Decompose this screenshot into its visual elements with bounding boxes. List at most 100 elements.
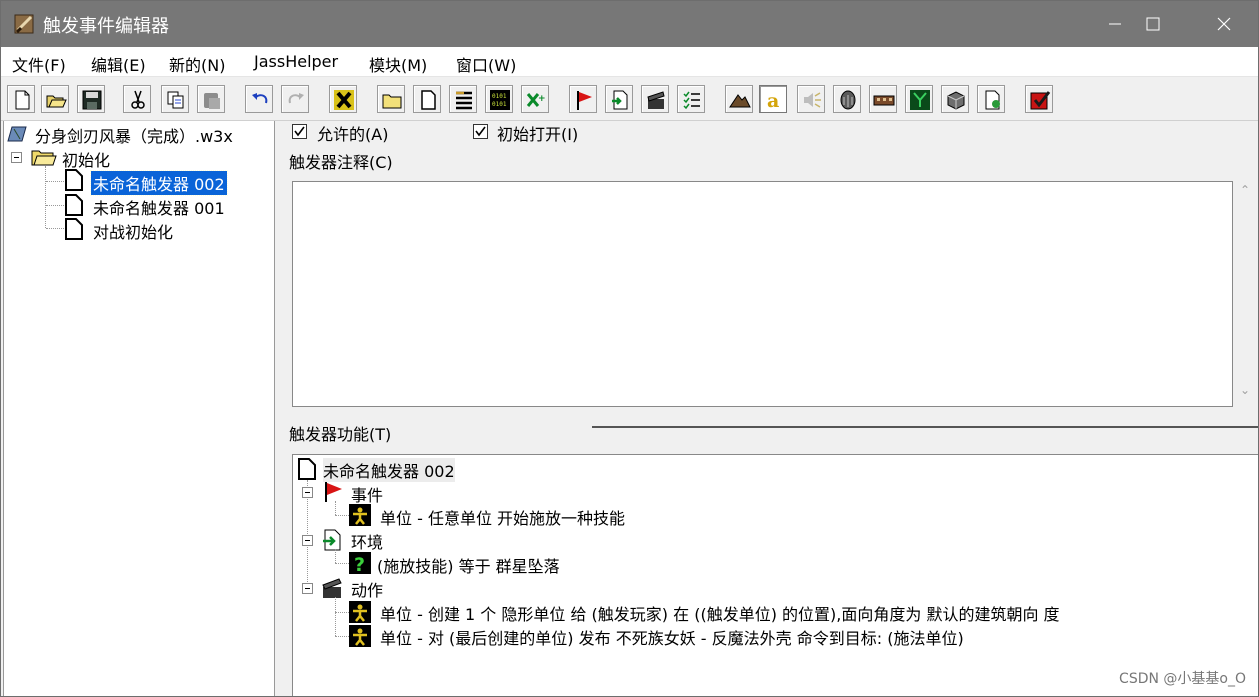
scroll-up-icon[interactable]: ⌃ bbox=[1240, 183, 1250, 197]
events-collapse-toggle[interactable] bbox=[302, 487, 313, 498]
script-icon: 01010101 bbox=[490, 90, 510, 110]
tree-collapse-toggle[interactable] bbox=[11, 152, 22, 163]
trigger-details-panel: 允许的(A) 初始打开(I) 触发器注释(C) ⌃ ⌄ 触发器功能(T) 未命名… bbox=[277, 121, 1258, 696]
trigger-editor-button[interactable]: a bbox=[759, 85, 787, 113]
scroll-down-icon[interactable]: ⌄ bbox=[1240, 383, 1250, 397]
menu-jasshelper[interactable]: JassHelper bbox=[254, 52, 338, 71]
redo-button[interactable] bbox=[281, 85, 309, 113]
svg-text:0101: 0101 bbox=[492, 101, 507, 108]
tree-item-melee-init[interactable]: 对战初始化 bbox=[93, 219, 173, 243]
validate-button[interactable] bbox=[1025, 85, 1053, 113]
sound-editor-button[interactable] bbox=[797, 85, 825, 113]
menu-module[interactable]: 模块(M) bbox=[369, 52, 427, 76]
svg-text:0101: 0101 bbox=[492, 93, 507, 100]
new-button[interactable] bbox=[7, 85, 35, 113]
script-button[interactable]: 0101 0101 bbox=[485, 85, 513, 113]
menu-new[interactable]: 新的(N) bbox=[169, 52, 225, 76]
initially-on-checkbox[interactable] bbox=[473, 124, 488, 139]
trigger-functions-tree[interactable]: 未命名触发器 002 事件 单位 - 任意单位 开始施放一种技能 环境 ? (施… bbox=[292, 454, 1258, 696]
x-tool-button[interactable] bbox=[329, 85, 357, 113]
copy-button[interactable] bbox=[161, 85, 189, 113]
enabled-checkbox[interactable] bbox=[292, 124, 307, 139]
clapper-icon bbox=[322, 578, 342, 598]
object-icon bbox=[873, 95, 895, 106]
campaign-editor-button[interactable] bbox=[869, 85, 897, 113]
action-item-issue-order[interactable]: 单位 - 对 (最后创建的单位) 发布 不死族女妖 - 反魔法外壳 命令到目标:… bbox=[380, 625, 964, 649]
redo-icon bbox=[288, 93, 304, 104]
new-condition-button[interactable] bbox=[605, 85, 633, 113]
test-map-button[interactable] bbox=[977, 85, 1005, 113]
splitter[interactable] bbox=[287, 409, 1258, 425]
flag-icon bbox=[325, 482, 342, 502]
unit-icon bbox=[349, 601, 371, 623]
conditions-label[interactable]: 环境 bbox=[351, 529, 383, 553]
actions-label[interactable]: 动作 bbox=[351, 577, 383, 601]
close-button[interactable] bbox=[1195, 1, 1253, 47]
copy-icon bbox=[167, 91, 184, 109]
condition-item[interactable]: (施放技能) 等于 群星坠落 bbox=[377, 553, 560, 577]
undo-icon bbox=[252, 93, 268, 104]
new-action-button[interactable] bbox=[641, 85, 669, 113]
new-trigger-button[interactable] bbox=[413, 85, 441, 113]
maximize-button[interactable] bbox=[1124, 1, 1182, 47]
svg-text:+: + bbox=[538, 94, 546, 104]
menu-window[interactable]: 窗口(W) bbox=[456, 52, 516, 76]
undo-button[interactable] bbox=[245, 85, 273, 113]
new-comment-button[interactable] bbox=[449, 85, 477, 113]
checklist-icon bbox=[683, 91, 700, 110]
test-map-icon bbox=[985, 90, 1000, 110]
cut-icon bbox=[131, 90, 145, 109]
check-icon bbox=[294, 126, 305, 137]
ai-editor-button[interactable] bbox=[905, 85, 933, 113]
events-label[interactable]: 事件 bbox=[351, 482, 383, 506]
menu-edit[interactable]: 编辑(E) bbox=[91, 52, 146, 76]
separator-line bbox=[592, 426, 1258, 428]
validate-icon bbox=[1030, 91, 1051, 110]
paste-icon bbox=[204, 93, 220, 109]
terrain-icon bbox=[729, 94, 751, 108]
functions-label: 触发器功能(T) bbox=[289, 425, 392, 444]
minimize-icon bbox=[1109, 23, 1121, 25]
variables-icon: + bbox=[526, 93, 546, 107]
actions-collapse-toggle[interactable] bbox=[302, 583, 313, 594]
variables-button[interactable]: + bbox=[521, 85, 549, 113]
open-button[interactable] bbox=[41, 85, 69, 113]
question-icon: ? bbox=[349, 552, 371, 574]
new-trigger-icon bbox=[421, 90, 436, 110]
checklist-button[interactable] bbox=[677, 85, 705, 113]
conditions-collapse-toggle[interactable] bbox=[302, 535, 313, 546]
tree-root-map[interactable]: 分身剑刃风暴（完成）.w3x bbox=[35, 123, 233, 147]
terrain-editor-button[interactable] bbox=[725, 85, 753, 113]
save-button[interactable] bbox=[77, 85, 105, 113]
object-editor-button[interactable] bbox=[833, 85, 861, 113]
window-title: 触发事件编辑器 bbox=[43, 16, 169, 37]
tree-category-init[interactable]: 初始化 bbox=[62, 147, 110, 171]
sound-icon bbox=[804, 92, 821, 108]
tree-item-trigger-002[interactable]: 未命名触发器 002 bbox=[90, 170, 228, 196]
comment-textarea[interactable] bbox=[292, 181, 1233, 407]
svg-text:?: ? bbox=[354, 554, 365, 574]
trigger-icon bbox=[65, 218, 83, 240]
new-event-button[interactable] bbox=[569, 85, 597, 113]
new-category-icon bbox=[382, 94, 402, 109]
save-icon bbox=[82, 90, 102, 110]
trigger-tree-panel[interactable]: 分身剑刃风暴（完成）.w3x 初始化 未命名触发器 002 未命名触发器 001… bbox=[3, 121, 275, 696]
tree-item-trigger-001[interactable]: 未命名触发器 001 bbox=[93, 195, 225, 219]
app-icon bbox=[14, 14, 34, 34]
toolbar: 0101 0101 + a bbox=[1, 79, 1258, 121]
new-doc-icon bbox=[15, 90, 30, 110]
import-manager-button[interactable] bbox=[941, 85, 969, 113]
new-category-button[interactable] bbox=[377, 85, 405, 113]
folder-icon bbox=[31, 150, 57, 166]
watermark: CSDN @小基基o_O bbox=[1119, 671, 1246, 687]
function-trigger-name[interactable]: 未命名触发器 002 bbox=[323, 458, 455, 482]
paste-button[interactable] bbox=[197, 85, 225, 113]
action-item-create-unit[interactable]: 单位 - 创建 1 个 隐形单位 给 (触发玩家) 在 ((触发单位) 的位置)… bbox=[380, 601, 1060, 625]
menu-file[interactable]: 文件(F) bbox=[12, 52, 66, 76]
event-item[interactable]: 单位 - 任意单位 开始施放一种技能 bbox=[380, 505, 625, 529]
trigger-icon bbox=[65, 194, 83, 216]
import-manager-icon bbox=[947, 91, 965, 110]
menu-bar: 文件(F) 编辑(E) 新的(N) JassHelper 模块(M) 窗口(W) bbox=[1, 47, 1258, 77]
new-comment-icon bbox=[456, 91, 472, 110]
cut-button[interactable] bbox=[123, 85, 151, 113]
